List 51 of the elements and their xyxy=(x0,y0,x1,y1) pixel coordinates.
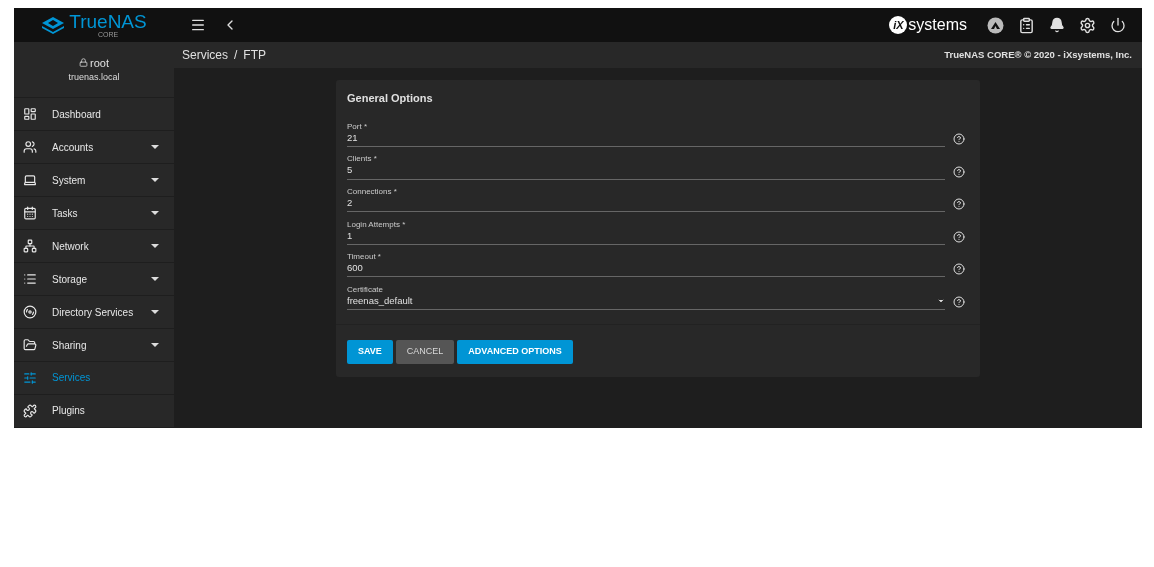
help-icon[interactable] xyxy=(953,133,965,146)
lock-icon xyxy=(79,58,88,68)
input-field[interactable]: Connections * 2 xyxy=(347,187,945,213)
hostname: truenas.local xyxy=(68,71,120,85)
calendar-icon xyxy=(23,206,37,221)
list-icon xyxy=(23,272,37,287)
help-icon[interactable] xyxy=(953,165,965,178)
input-field[interactable]: Timeout * 600 xyxy=(347,252,945,278)
dashboard-icon xyxy=(23,107,37,122)
circle-badge-icon[interactable] xyxy=(987,16,1004,34)
sidebar-item[interactable]: Services xyxy=(14,362,174,395)
sidebar-item[interactable]: Plugins xyxy=(14,395,174,428)
users-icon xyxy=(23,140,37,155)
breadcrumb-item[interactable]: Services xyxy=(182,46,228,64)
power-icon[interactable] xyxy=(1110,17,1126,33)
input-field[interactable]: Port * 21 xyxy=(347,121,945,148)
disc-icon xyxy=(23,305,37,319)
input-field[interactable]: Clients * 5 xyxy=(347,154,945,180)
sidebar-item[interactable]: Tasks xyxy=(14,197,174,231)
laptop-icon xyxy=(23,173,37,188)
sidebar-item[interactable]: Accounts xyxy=(14,131,174,165)
sidebar-item[interactable]: System xyxy=(14,164,174,198)
folder-icon xyxy=(23,338,37,352)
help-icon[interactable] xyxy=(953,263,965,276)
input-field[interactable]: Login Attempts * 1 xyxy=(347,219,945,245)
breadcrumb-separator: / xyxy=(234,47,238,64)
sidebar-item[interactable]: Dashboard xyxy=(14,98,174,132)
form-title: General Options xyxy=(347,91,434,106)
puzzle-icon xyxy=(23,403,37,418)
notifications-icon[interactable] xyxy=(1049,17,1065,33)
vendor-logo-mark: iX xyxy=(889,16,908,34)
logo-text: TrueNAS xyxy=(69,12,147,31)
menu-icon[interactable] xyxy=(190,17,206,33)
sidebar-item[interactable]: Sharing xyxy=(14,329,174,362)
settings-icon[interactable] xyxy=(1079,16,1096,34)
help-icon[interactable] xyxy=(953,296,965,309)
username: root xyxy=(90,55,109,71)
select-field[interactable]: Certificate freenas_default xyxy=(347,284,945,311)
help-icon[interactable] xyxy=(953,230,965,243)
network-icon xyxy=(23,239,37,254)
sliders-icon xyxy=(23,371,37,385)
help-icon[interactable] xyxy=(953,198,965,211)
copyright-text: TrueNAS CORE® © 2020 - iXsystems, Inc. xyxy=(944,47,1132,62)
sidebar-item[interactable]: Storage xyxy=(14,263,174,297)
cancel-button[interactable]: CANCEL xyxy=(395,340,455,365)
logo-icon xyxy=(41,16,66,34)
sidebar-item[interactable]: Directory Services xyxy=(14,296,174,329)
clipboard-icon[interactable] xyxy=(1018,16,1035,34)
sidebar-item[interactable]: Network xyxy=(14,230,174,264)
vendor-logo-text: systems xyxy=(908,15,967,35)
breadcrumb-item: FTP xyxy=(243,47,267,64)
